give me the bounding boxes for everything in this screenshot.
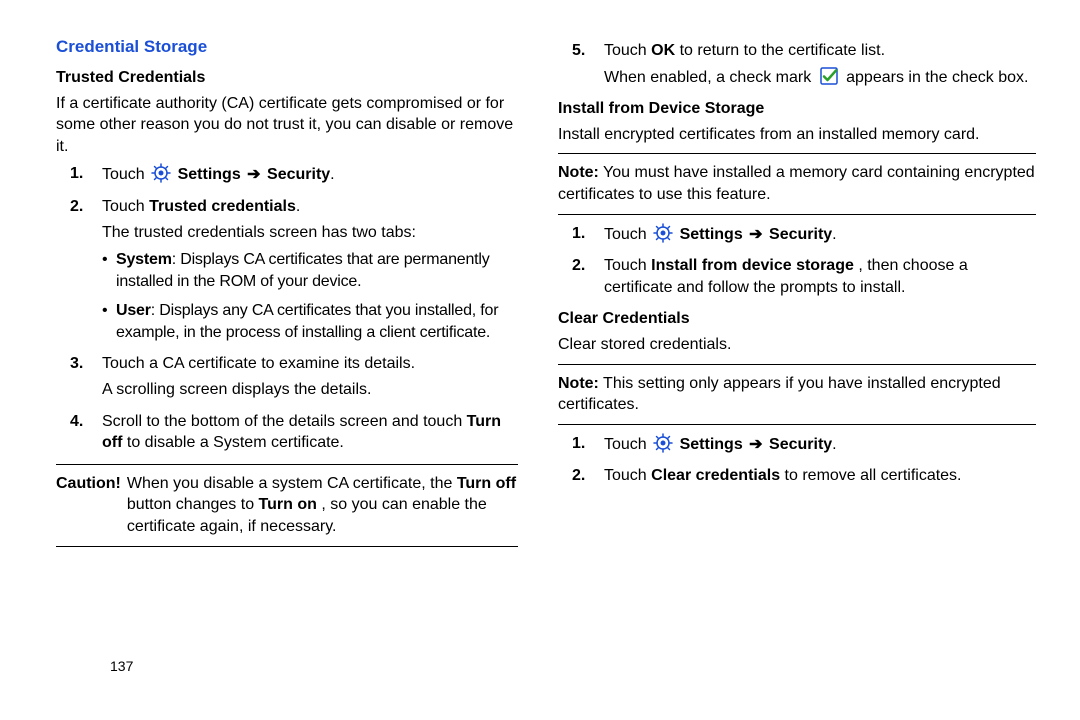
security-label: Security <box>267 166 330 183</box>
divider <box>56 464 518 465</box>
step-text: Touch <box>604 467 651 484</box>
step-text: Touch <box>102 198 149 215</box>
note-body: You must have installed a memory card co… <box>558 164 1035 203</box>
bullet-body: : Displays any CA certificates that you … <box>116 302 498 341</box>
step-5: 5. Touch OK to return to the certificate… <box>558 40 1036 88</box>
followup-text: appears in the check box. <box>846 69 1028 86</box>
divider <box>558 364 1036 365</box>
note-lead: Note: <box>558 164 599 181</box>
clear-credentials-label: Clear credentials <box>651 467 780 484</box>
step-followup: The trusted credentials screen has two t… <box>102 222 518 244</box>
settings-label: Settings <box>680 436 743 453</box>
security-label: Security <box>769 226 832 243</box>
step-4: 4. Scroll to the bottom of the details s… <box>56 411 518 454</box>
turn-on-label: Turn on <box>259 496 317 513</box>
caution-body: When you disable a system CA certificate… <box>127 473 518 538</box>
step-1: 1. Touch Settings ➔ Security. <box>56 163 518 186</box>
bullet-user: User: Displays any CA certificates that … <box>102 300 518 343</box>
steps-list: 1. Touch Settings ➔ Security. 2. Touch T… <box>56 163 518 454</box>
trusted-credentials-label: Trusted credentials <box>149 198 296 215</box>
step-text: Touch <box>604 42 651 59</box>
install-intro: Install encrypted certificates from an i… <box>558 124 1036 146</box>
step-followup: When enabled, a check mark appears in th… <box>604 66 1036 89</box>
steps-list-cont: 5. Touch OK to return to the certificate… <box>558 40 1036 88</box>
divider <box>558 424 1036 425</box>
note-lead: Note: <box>558 375 599 392</box>
left-column: Credential Storage Trusted Credentials I… <box>56 36 546 700</box>
caution-lead: Caution! <box>56 473 127 538</box>
settings-gear-icon <box>653 223 673 243</box>
arrow-icon: ➔ <box>247 166 260 183</box>
clear-steps: 1. Touch Settings ➔ Security. 2. Touch C… <box>558 433 1036 487</box>
cstep-2: 2. Touch Clear credentials to remove all… <box>558 465 1036 487</box>
note-body: This setting only appears if you have in… <box>558 375 1001 414</box>
caution-note: Caution! When you disable a system CA ce… <box>56 473 518 538</box>
divider <box>558 214 1036 215</box>
clear-intro: Clear stored credentials. <box>558 334 1036 356</box>
arrow-icon: ➔ <box>749 226 762 243</box>
settings-label: Settings <box>178 166 241 183</box>
note-encrypted: Note: This setting only appears if you h… <box>558 373 1036 416</box>
caution-text: When you disable a system CA certificate… <box>127 475 457 492</box>
intro-paragraph: If a certificate authority (CA) certific… <box>56 93 518 158</box>
tabs-bullets: System: Displays CA certificates that ar… <box>102 249 518 343</box>
subheading-install: Install from Device Storage <box>558 98 1036 120</box>
settings-label: Settings <box>680 226 743 243</box>
subheading-trusted: Trusted Credentials <box>56 67 518 89</box>
settings-gear-icon <box>151 163 171 183</box>
step-text: to return to the certificate list. <box>680 42 885 59</box>
step-text: Touch <box>604 436 651 453</box>
install-steps: 1. Touch Settings ➔ Security. 2. Touch I… <box>558 223 1036 299</box>
settings-gear-icon <box>653 433 673 453</box>
followup-text: When enabled, a check mark <box>604 69 816 86</box>
bullet-lead: System <box>116 251 172 268</box>
bullet-lead: User <box>116 302 151 319</box>
subheading-clear: Clear Credentials <box>558 308 1036 330</box>
step-2: 2. Touch Trusted credentials. The truste… <box>56 196 518 344</box>
bullet-system: System: Displays CA certificates that ar… <box>102 249 518 292</box>
step-text: Touch <box>604 257 651 274</box>
step-text: Touch <box>102 166 149 183</box>
step-text: Touch a CA certificate to examine its de… <box>102 355 415 372</box>
page-number: 137 <box>110 658 133 674</box>
turn-off-label: Turn off <box>457 475 516 492</box>
security-label: Security <box>769 436 832 453</box>
step-text: Touch <box>604 226 651 243</box>
ok-label: OK <box>651 42 675 59</box>
bullet-body: : Displays CA certificates that are perm… <box>116 251 490 290</box>
step-text: Scroll to the bottom of the details scre… <box>102 413 467 430</box>
divider <box>558 153 1036 154</box>
step-followup: A scrolling screen displays the details. <box>102 379 518 401</box>
step-text: to disable a System certificate. <box>127 434 344 451</box>
divider <box>56 546 518 547</box>
step-3: 3. Touch a CA certificate to examine its… <box>56 353 518 400</box>
page-container: Credential Storage Trusted Credentials I… <box>0 0 1080 720</box>
step-text: to remove all certificates. <box>785 467 962 484</box>
arrow-icon: ➔ <box>749 436 762 453</box>
cstep-1: 1. Touch Settings ➔ Security. <box>558 433 1036 456</box>
istep-2: 2. Touch Install from device storage , t… <box>558 255 1036 298</box>
checkmark-icon <box>819 66 839 86</box>
istep-1: 1. Touch Settings ➔ Security. <box>558 223 1036 246</box>
note-memory-card: Note: You must have installed a memory c… <box>558 162 1036 205</box>
install-from-storage-label: Install from device storage <box>651 257 854 274</box>
right-column: 5. Touch OK to return to the certificate… <box>546 36 1036 700</box>
caution-text: button changes to <box>127 496 259 513</box>
section-heading: Credential Storage <box>56 36 518 59</box>
